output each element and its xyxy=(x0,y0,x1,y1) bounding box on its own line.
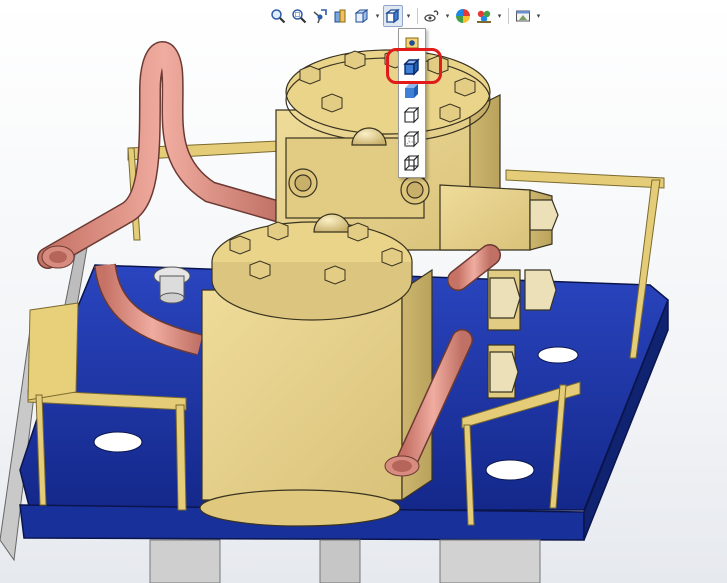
shaded-item[interactable] xyxy=(402,81,422,101)
apply-scene-menu-caret[interactable]: ▾ xyxy=(495,5,504,27)
edit-appearance-button[interactable] xyxy=(453,5,473,27)
apply-scene-button[interactable] xyxy=(474,5,494,27)
hide-show-items-button[interactable] xyxy=(422,5,442,27)
flyout-header-icon xyxy=(405,37,419,49)
view-settings-icon xyxy=(516,10,530,22)
previous-view-button[interactable] xyxy=(310,5,330,27)
zoom-to-fit-icon xyxy=(271,9,286,24)
section-view-button[interactable] xyxy=(331,5,351,27)
section-view-icon xyxy=(334,9,346,23)
model-viewport[interactable] xyxy=(0,0,727,583)
wireframe-item[interactable] xyxy=(402,153,422,173)
wireframe-icon xyxy=(403,154,420,172)
shaded-with-edges-icon xyxy=(403,58,420,76)
lower-columns xyxy=(149,539,541,583)
view-orientation-menu-caret[interactable]: ▾ xyxy=(373,5,382,27)
shaded-with-edges-item[interactable] xyxy=(402,57,422,77)
heads-up-view-toolbar: ▾ ▾ ▾ ▾ ▾ xyxy=(268,4,543,28)
edit-appearance-icon xyxy=(456,9,470,23)
hide-show-items-menu-caret[interactable]: ▾ xyxy=(443,5,452,27)
hidden-lines-visible-item[interactable] xyxy=(402,129,422,149)
toolbar-separator xyxy=(508,8,509,24)
view-settings-menu-caret[interactable]: ▾ xyxy=(534,5,543,27)
view-settings-button[interactable] xyxy=(513,5,533,27)
hidden-lines-visible-icon xyxy=(403,130,420,148)
toolbar-separator xyxy=(417,8,418,24)
display-style-menu xyxy=(398,28,426,178)
hidden-lines-removed-icon xyxy=(403,106,420,124)
display-style-button[interactable] xyxy=(383,5,403,27)
view-orientation-button[interactable] xyxy=(352,5,372,27)
menu-header-icon xyxy=(402,33,422,53)
zoom-to-fit-button[interactable] xyxy=(268,5,288,27)
shaded-icon xyxy=(405,84,418,98)
zoom-to-area-icon xyxy=(292,9,307,24)
display-style-menu-caret[interactable]: ▾ xyxy=(404,5,413,27)
previous-view-icon xyxy=(313,9,327,24)
view-orientation-icon xyxy=(354,9,369,23)
hidden-lines-removed-item[interactable] xyxy=(402,105,422,125)
pipe-right xyxy=(447,244,501,291)
display-style-icon xyxy=(385,8,400,24)
zoom-to-area-button[interactable] xyxy=(289,5,309,27)
hide-show-items-icon xyxy=(424,10,439,22)
apply-scene-icon xyxy=(477,10,491,23)
